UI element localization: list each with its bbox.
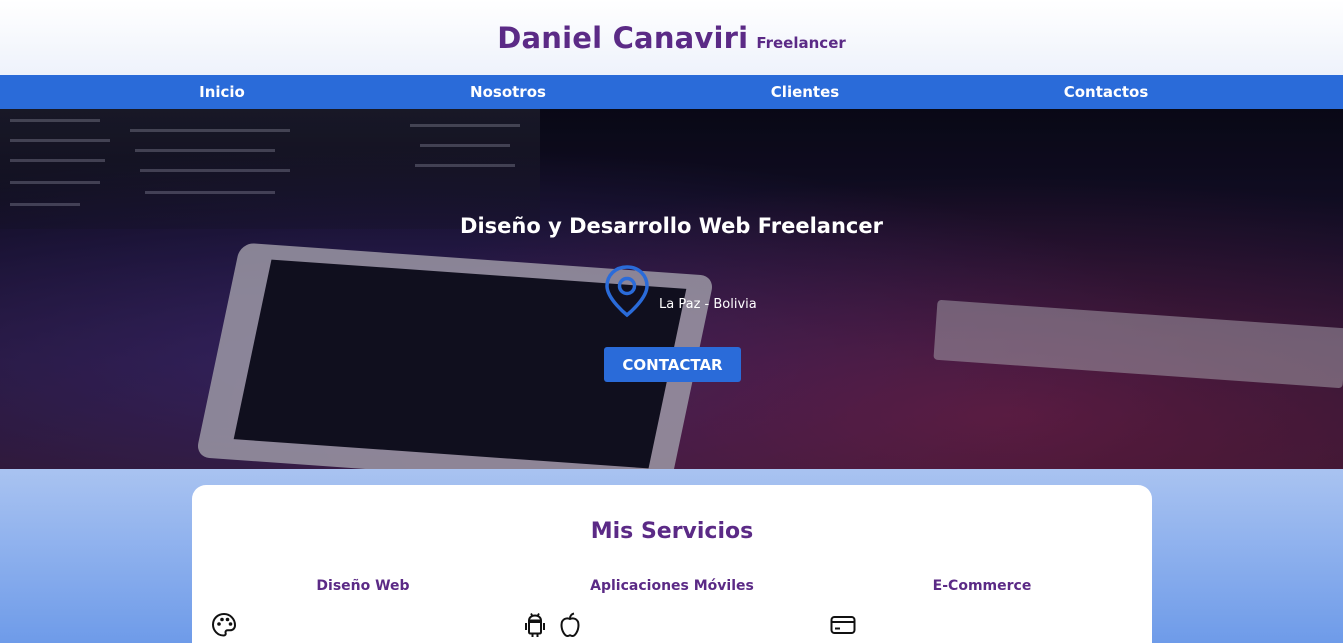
palette-icon <box>211 612 237 637</box>
android-icon <box>525 613 545 637</box>
apple-icon <box>560 612 580 638</box>
service-title-web-design: Diseño Web <box>316 578 410 594</box>
service-title-mobile-apps: Aplicaciones Móviles <box>590 578 754 594</box>
nav-item-inicio[interactable]: Inicio <box>199 75 245 109</box>
location: La Paz - Bolivia <box>603 264 757 318</box>
map-pin-icon <box>605 265 649 318</box>
brand[interactable]: Daniel Canaviri Freelancer <box>497 21 846 55</box>
brand-subtitle: Freelancer <box>756 33 846 52</box>
services-card: Mis Servicios Diseño Web Aplicaciones Mó… <box>192 485 1152 643</box>
credit-card-icon <box>830 616 856 634</box>
hero-banner: Diseño y Desarrollo Web Freelancer La Pa… <box>0 109 1343 469</box>
nav-item-contactos[interactable]: Contactos <box>1064 75 1149 109</box>
service-title-ecommerce: E-Commerce <box>932 578 1032 594</box>
main-nav: Inicio Nosotros Clientes Contactos <box>0 75 1343 109</box>
hero-title: Diseño y Desarrollo Web Freelancer <box>460 214 883 238</box>
brand-name: Daniel Canaviri <box>497 20 749 55</box>
nav-item-nosotros[interactable]: Nosotros <box>470 75 546 109</box>
site-header: Daniel Canaviri Freelancer <box>0 0 1343 75</box>
services-title: Mis Servicios <box>590 519 754 544</box>
nav-item-clientes[interactable]: Clientes <box>771 75 839 109</box>
contact-button[interactable]: CONTACTAR <box>604 347 741 382</box>
location-text: La Paz - Bolivia <box>659 297 757 312</box>
